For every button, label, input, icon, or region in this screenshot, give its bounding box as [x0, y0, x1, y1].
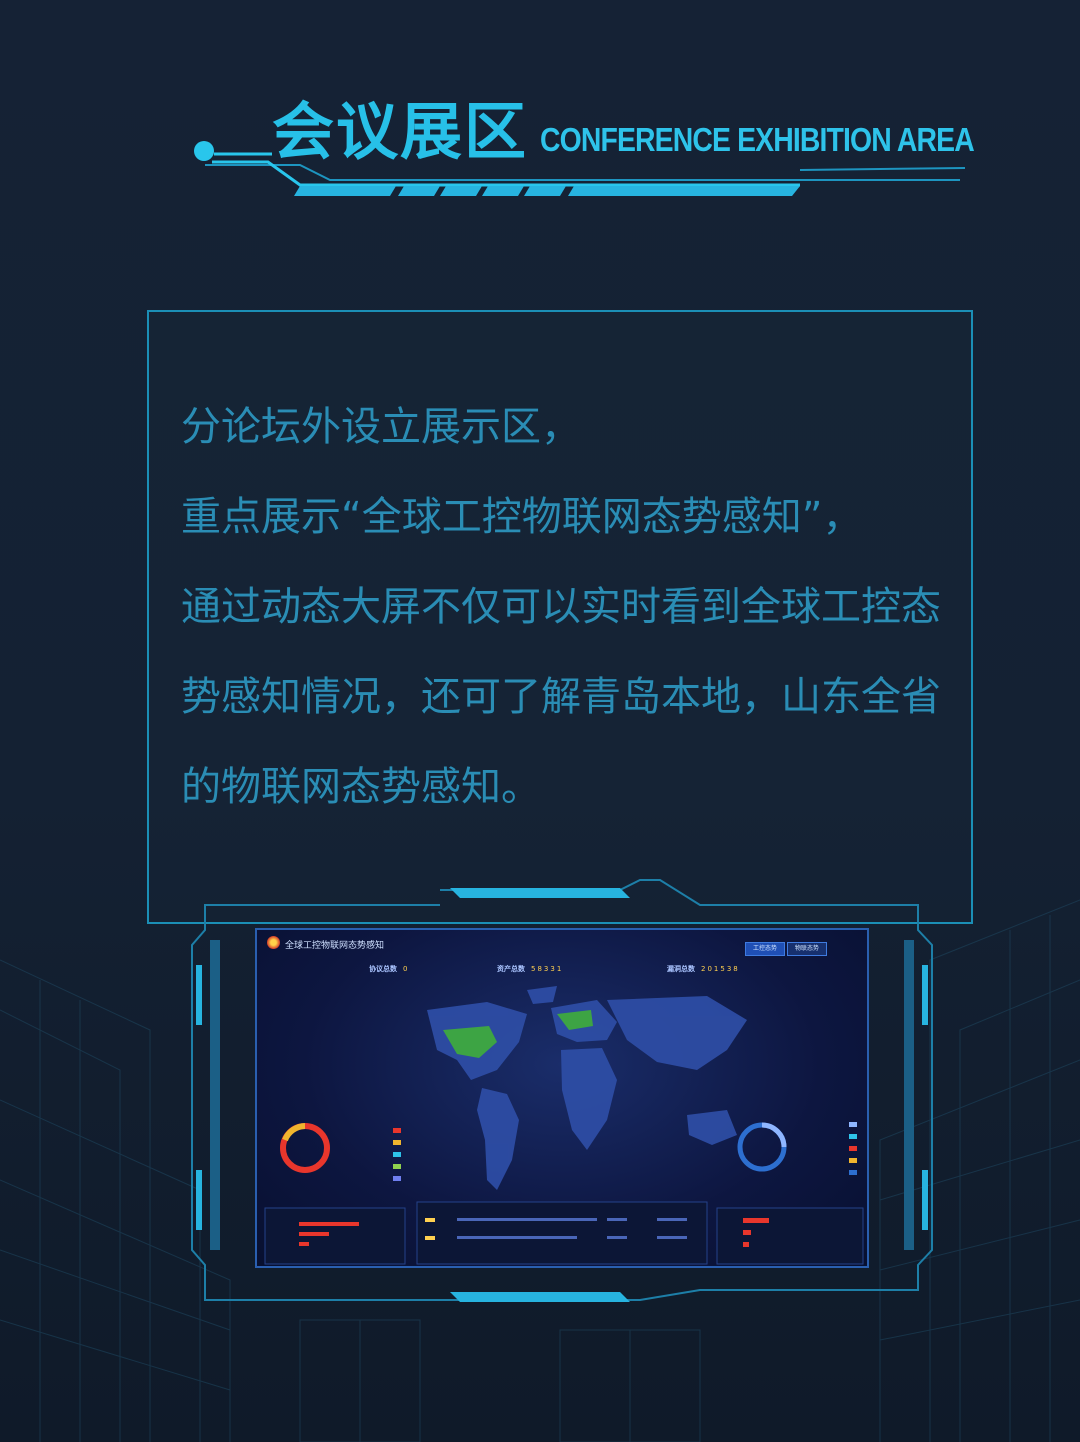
dashboard-title: 全球工控物联网态势感知 — [285, 941, 385, 951]
stat-assets: 资产总数 58331 — [497, 964, 563, 974]
stat-value: 58331 — [531, 965, 564, 973]
stat-vulns: 漏洞总数 201538 — [667, 964, 740, 974]
stat-protocols: 协议总数 0 — [369, 964, 409, 974]
stat-label: 资产总数 — [497, 965, 525, 973]
stat-label: 协议总数 — [369, 965, 397, 973]
world-map-graphic — [264, 986, 864, 1265]
emblem-icon — [267, 936, 280, 949]
stat-value: 0 — [403, 965, 410, 973]
tab-iot-situation[interactable]: 物联态势 — [787, 942, 827, 956]
dashboard-screen: 全球工控物联网态势感知 工控态势 物联态势 协议总数 0 资产总数 58331 漏洞… — [255, 928, 869, 1268]
stat-value: 201538 — [701, 965, 740, 973]
stat-label: 漏洞总数 — [667, 965, 695, 973]
tab-ics-situation[interactable]: 工控态势 — [745, 942, 785, 956]
